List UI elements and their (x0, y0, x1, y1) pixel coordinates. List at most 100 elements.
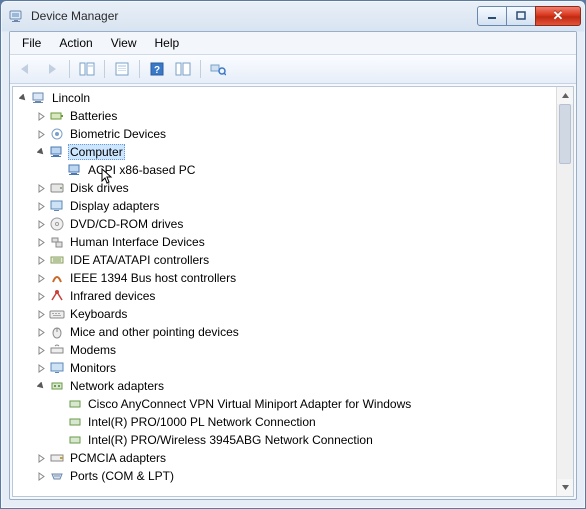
maximize-button[interactable] (506, 6, 536, 26)
controller-icon (49, 252, 65, 268)
tree-node-mice[interactable]: Mice and other pointing devices (33, 323, 556, 341)
help-button[interactable]: ? (145, 58, 169, 80)
scroll-down-button[interactable] (557, 479, 573, 496)
tree-node-infrared[interactable]: Infrared devices (33, 287, 556, 305)
vertical-scrollbar[interactable] (556, 87, 573, 496)
scan-hardware-button[interactable] (206, 58, 230, 80)
network-icon (49, 378, 65, 394)
tree-node-pcmcia[interactable]: PCMCIA adapters (33, 449, 556, 467)
tree-node-hid[interactable]: Human Interface Devices (33, 233, 556, 251)
tree-label: Mice and other pointing devices (68, 324, 241, 340)
tree-node-ieee1394[interactable]: IEEE 1394 Bus host controllers (33, 269, 556, 287)
expand-icon[interactable] (35, 218, 47, 230)
tree-node-biometric[interactable]: Biometric Devices (33, 125, 556, 143)
expand-icon[interactable] (35, 470, 47, 482)
show-hide-tree-button[interactable] (75, 58, 99, 80)
expand-icon[interactable] (35, 344, 47, 356)
infrared-icon (49, 288, 65, 304)
tree-node-net-intel-1000[interactable]: Intel(R) PRO/1000 PL Network Connection (51, 413, 556, 431)
expand-icon[interactable] (35, 254, 47, 266)
tree-label: Biometric Devices (68, 126, 168, 142)
tree-node-disk[interactable]: Disk drives (33, 179, 556, 197)
expand-icon[interactable] (35, 110, 47, 122)
modem-icon (49, 342, 65, 358)
window-title: Device Manager (31, 9, 478, 23)
maximize-icon (516, 11, 526, 21)
collapse-icon[interactable] (17, 92, 29, 104)
tree-node-dvd[interactable]: DVD/CD-ROM drives (33, 215, 556, 233)
toolbar: ? (10, 55, 576, 84)
network-adapter-icon (67, 432, 83, 448)
tree-label: Keyboards (68, 306, 129, 322)
tree-node-display[interactable]: Display adapters (33, 197, 556, 215)
scroll-thumb[interactable] (559, 104, 571, 164)
tree-node-ide[interactable]: IDE ATA/ATAPI controllers (33, 251, 556, 269)
tree-node-modems[interactable]: Modems (33, 341, 556, 359)
tree-node-keyboards[interactable]: Keyboards (33, 305, 556, 323)
tree-label: Lincoln (50, 90, 92, 106)
menu-bar: File Action View Help (10, 32, 576, 55)
expand-icon[interactable] (35, 290, 47, 302)
tree-label: Batteries (68, 108, 119, 124)
tree-label: Intel(R) PRO/Wireless 3945ABG Network Co… (86, 432, 375, 448)
tree-label: Modems (68, 342, 118, 358)
minimize-button[interactable] (477, 6, 507, 26)
close-icon: ✕ (553, 8, 564, 24)
tree-node-net-intel-wireless[interactable]: Intel(R) PRO/Wireless 3945ABG Network Co… (51, 431, 556, 449)
tree-node-root[interactable]: Lincoln Batteries Biometric Devices Comp… (15, 89, 556, 485)
disk-icon (49, 180, 65, 196)
tree-node-network[interactable]: Network adapters Cisco AnyConnect VPN Vi… (33, 377, 556, 449)
menu-help[interactable]: Help (147, 34, 188, 52)
expand-icon[interactable] (35, 272, 47, 284)
tree-label: IEEE 1394 Bus host controllers (68, 270, 238, 286)
tree-label: Network adapters (68, 378, 166, 394)
computer-icon (49, 144, 65, 160)
minimize-icon (487, 11, 497, 21)
computer-icon (67, 162, 83, 178)
network-adapter-icon (67, 396, 83, 412)
tree-label: Monitors (68, 360, 118, 376)
tree-node-monitors[interactable]: Monitors (33, 359, 556, 377)
display-icon (49, 198, 65, 214)
collapse-icon[interactable] (35, 380, 47, 392)
expand-icon[interactable] (35, 326, 47, 338)
menu-file[interactable]: File (14, 34, 49, 52)
properties-button[interactable] (110, 58, 134, 80)
ports-icon (49, 468, 65, 484)
expand-icon[interactable] (35, 236, 47, 248)
collapse-icon[interactable] (35, 146, 47, 158)
show-hidden-button[interactable] (171, 58, 195, 80)
expand-icon[interactable] (35, 200, 47, 212)
tree-label: DVD/CD-ROM drives (68, 216, 185, 232)
expand-icon[interactable] (35, 362, 47, 374)
tree-label: Ports (COM & LPT) (68, 468, 176, 484)
device-manager-window: Device Manager ✕ File Action View Help ? (0, 0, 586, 509)
expand-icon[interactable] (35, 452, 47, 464)
titlebar[interactable]: Device Manager ✕ (1, 1, 585, 31)
toolbar-separator (104, 60, 105, 78)
scroll-up-button[interactable] (557, 87, 573, 104)
firewire-icon (49, 270, 65, 286)
tree-node-batteries[interactable]: Batteries (33, 107, 556, 125)
menu-view[interactable]: View (103, 34, 145, 52)
tree-label: PCMCIA adapters (68, 450, 168, 466)
expand-icon[interactable] (35, 308, 47, 320)
tree-node-ports[interactable]: Ports (COM & LPT) (33, 467, 556, 485)
tree-node-net-cisco[interactable]: Cisco AnyConnect VPN Virtual Miniport Ad… (51, 395, 556, 413)
mouse-icon (49, 324, 65, 340)
tree-node-computer[interactable]: Computer ACPI x86-based PC (33, 143, 556, 179)
toolbar-separator (139, 60, 140, 78)
device-tree[interactable]: Lincoln Batteries Biometric Devices Comp… (13, 87, 556, 496)
menu-action[interactable]: Action (51, 34, 100, 52)
forward-button (40, 58, 64, 80)
toolbar-separator (69, 60, 70, 78)
toolbar-separator (200, 60, 201, 78)
tree-label: Infrared devices (68, 288, 157, 304)
window-body: File Action View Help ? (9, 31, 577, 500)
tree-label: Intel(R) PRO/1000 PL Network Connection (86, 414, 318, 430)
tree-panel: Lincoln Batteries Biometric Devices Comp… (12, 86, 574, 497)
tree-node-acpi-pc[interactable]: ACPI x86-based PC (51, 161, 556, 179)
expand-icon[interactable] (35, 182, 47, 194)
close-button[interactable]: ✕ (535, 6, 581, 26)
expand-icon[interactable] (35, 128, 47, 140)
